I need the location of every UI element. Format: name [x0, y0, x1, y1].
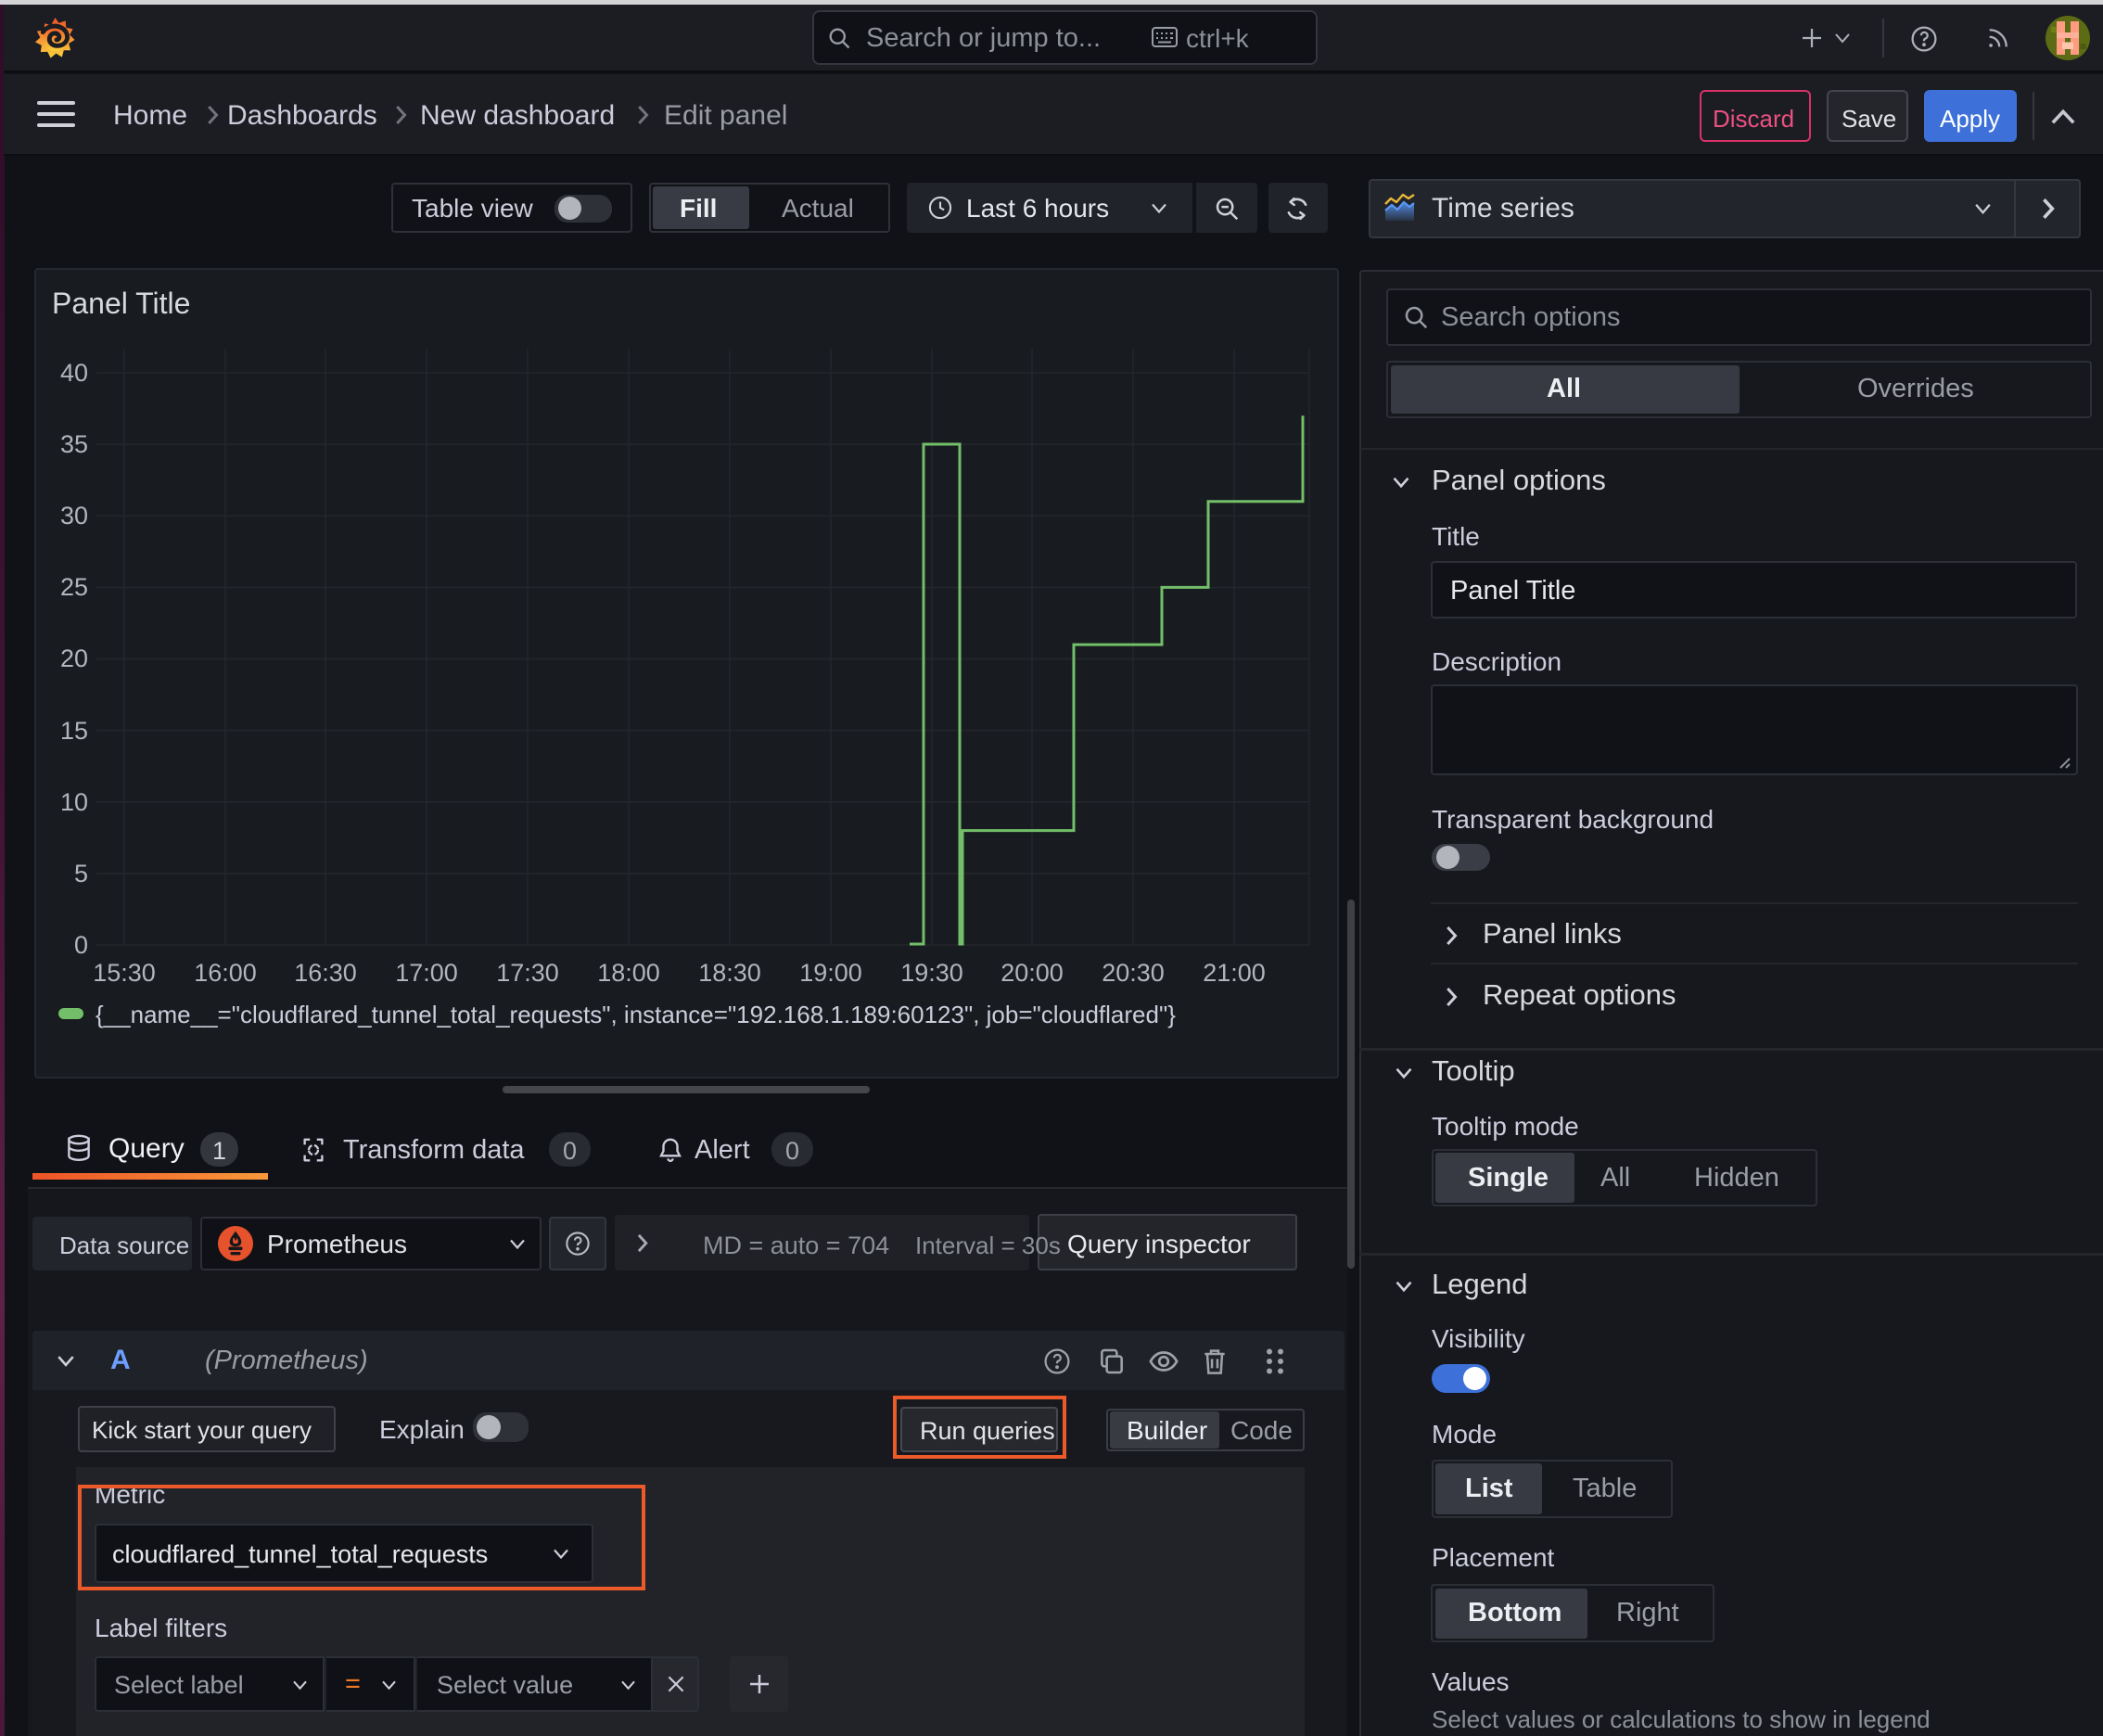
svg-text:18:00: 18:00 — [597, 959, 660, 987]
svg-text:0: 0 — [74, 931, 88, 959]
svg-text:40: 40 — [60, 359, 88, 387]
svg-text:35: 35 — [60, 430, 88, 458]
svg-text:15:30: 15:30 — [93, 959, 156, 987]
svg-text:20:00: 20:00 — [1001, 959, 1064, 987]
svg-text:15: 15 — [60, 717, 88, 745]
svg-text:10: 10 — [60, 788, 88, 816]
svg-text:20:30: 20:30 — [1102, 959, 1165, 987]
svg-text:16:00: 16:00 — [194, 959, 257, 987]
svg-text:16:30: 16:30 — [294, 959, 357, 987]
svg-text:30: 30 — [60, 502, 88, 530]
svg-text:17:30: 17:30 — [496, 959, 559, 987]
svg-text:18:30: 18:30 — [698, 959, 761, 987]
svg-text:19:00: 19:00 — [799, 959, 862, 987]
svg-text:{__name__="cloudflared_tunnel_: {__name__="cloudflared_tunnel_total_requ… — [96, 1001, 1176, 1028]
svg-text:20: 20 — [60, 645, 88, 672]
svg-text:25: 25 — [60, 573, 88, 601]
svg-text:5: 5 — [74, 860, 88, 887]
svg-text:19:30: 19:30 — [900, 959, 963, 987]
svg-text:21:00: 21:00 — [1203, 959, 1266, 987]
svg-text:17:00: 17:00 — [395, 959, 458, 987]
